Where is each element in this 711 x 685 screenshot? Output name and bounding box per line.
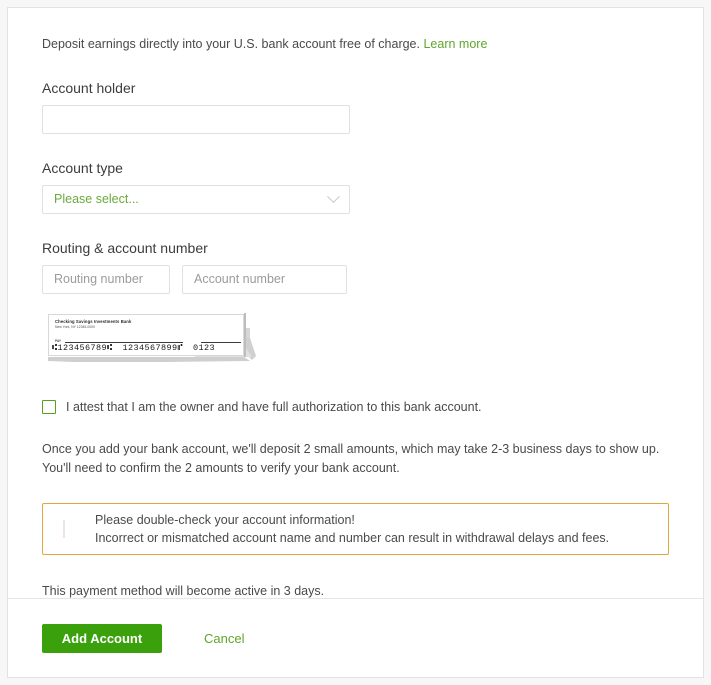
attestation-checkbox[interactable] [42, 399, 56, 414]
routing-number-placeholder: Routing number [54, 272, 143, 286]
chevron-down-icon [327, 189, 340, 203]
warning-banner: Please double-check your account informa… [42, 503, 669, 556]
intro-description: Deposit earnings directly into your U.S.… [42, 37, 420, 51]
micr-account-number: 1234567899⑈ [122, 342, 184, 353]
attestation-row[interactable]: I attest that I am the owner and have fu… [42, 399, 675, 414]
warning-body: Please double-check your account informa… [95, 511, 609, 549]
check-bank-address: New York, NY 12345-0000 [55, 324, 95, 329]
account-type-select[interactable]: Please select... [42, 184, 350, 214]
account-number-placeholder: Account number [194, 272, 286, 286]
routing-account-row: Routing number Account number [42, 264, 675, 294]
sample-check-image: Checking Savings Investments Bank New Yo… [44, 312, 256, 368]
routing-number-input[interactable]: Routing number [42, 264, 170, 294]
deposit-verification-note: Once you add your bank account, we'll de… [42, 441, 660, 475]
account-holder-label: Account holder [42, 79, 136, 96]
account-number-input[interactable]: Account number [182, 264, 347, 294]
add-account-button[interactable]: Add Account [42, 623, 162, 653]
card-footer: Add Account Cancel [8, 599, 703, 677]
account-holder-input[interactable] [42, 104, 350, 134]
exclamation-icon [57, 518, 71, 540]
warning-detail: Incorrect or mismatched account name and… [95, 531, 610, 546]
add-bank-account-card: Deposit earnings directly into your U.S.… [7, 7, 704, 678]
check-micr-line: ⑆123456789⑆ 1234567899⑈ 0123 [52, 343, 215, 353]
routing-account-label: Routing & account number [42, 239, 208, 256]
form-body: Deposit earnings directly into your U.S.… [8, 8, 703, 598]
account-type-selected-value: Please select... [54, 192, 139, 206]
attestation-label: I attest that I am the owner and have fu… [66, 399, 482, 414]
account-type-label: Account type [42, 159, 123, 176]
learn-more-link[interactable]: Learn more [423, 37, 487, 51]
micr-routing-number: ⑆123456789⑆ [52, 342, 113, 353]
micr-check-number: 0123 [193, 342, 216, 353]
intro-text: Deposit earnings directly into your U.S.… [42, 36, 675, 54]
warning-title: Please double-check your account informa… [95, 512, 355, 527]
cancel-button[interactable]: Cancel [198, 630, 250, 647]
check-bank-name: Checking Savings Investments Bank [55, 318, 132, 324]
activation-note: This payment method will become active i… [42, 584, 325, 599]
